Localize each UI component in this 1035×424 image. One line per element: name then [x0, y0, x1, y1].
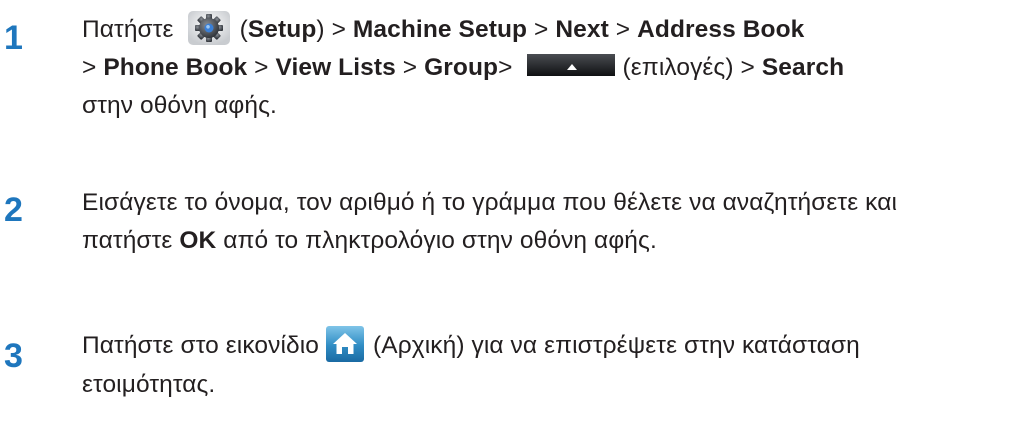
- menu-path-setup: Setup: [247, 16, 317, 43]
- text-run: >: [527, 16, 556, 43]
- step-text: Εισάγετε το όνομα, τον αριθμό ή το γράμμ…: [82, 184, 952, 260]
- menu-path-search: Search: [761, 54, 845, 81]
- menu-path-address-book: Address Book: [637, 16, 805, 43]
- options-button-icon: [526, 52, 617, 78]
- text-run: >: [608, 16, 638, 43]
- step-text: Πατήστε στο εικονίδιο (Αρχική) για να επ…: [82, 325, 882, 404]
- step-number: 3: [4, 337, 23, 375]
- menu-path-phone-book: Phone Book: [103, 54, 248, 81]
- text-run: >: [498, 54, 513, 81]
- home-icon: [325, 325, 365, 363]
- menu-path-view-lists: View Lists: [275, 54, 396, 81]
- text-run: Πατήστε: [82, 16, 174, 43]
- step-number: 2: [4, 191, 23, 229]
- gear-icon: [184, 10, 234, 46]
- menu-path-machine-setup: Machine Setup: [352, 16, 528, 43]
- text-run: >: [82, 54, 104, 81]
- text-run: στην οθόνη αφής.: [82, 92, 277, 119]
- text-run: (: [239, 16, 248, 43]
- text-run: >: [395, 54, 425, 81]
- text-run: ) >: [316, 16, 353, 43]
- text-run: >: [247, 54, 276, 81]
- step-text: Πατήστε (Setup) > Machine Setup > Next >…: [82, 10, 1032, 125]
- menu-path-group: Group: [424, 54, 499, 81]
- menu-path-next: Next: [555, 16, 609, 43]
- text-run: από το πληκτρολόγιο στην οθόνη αφής.: [216, 227, 657, 254]
- text-run: (επιλογές) >: [622, 54, 762, 81]
- text-run: Πατήστε στο εικονίδιο: [82, 332, 320, 359]
- step-number: 1: [4, 19, 23, 57]
- ok-key: OK: [179, 227, 217, 254]
